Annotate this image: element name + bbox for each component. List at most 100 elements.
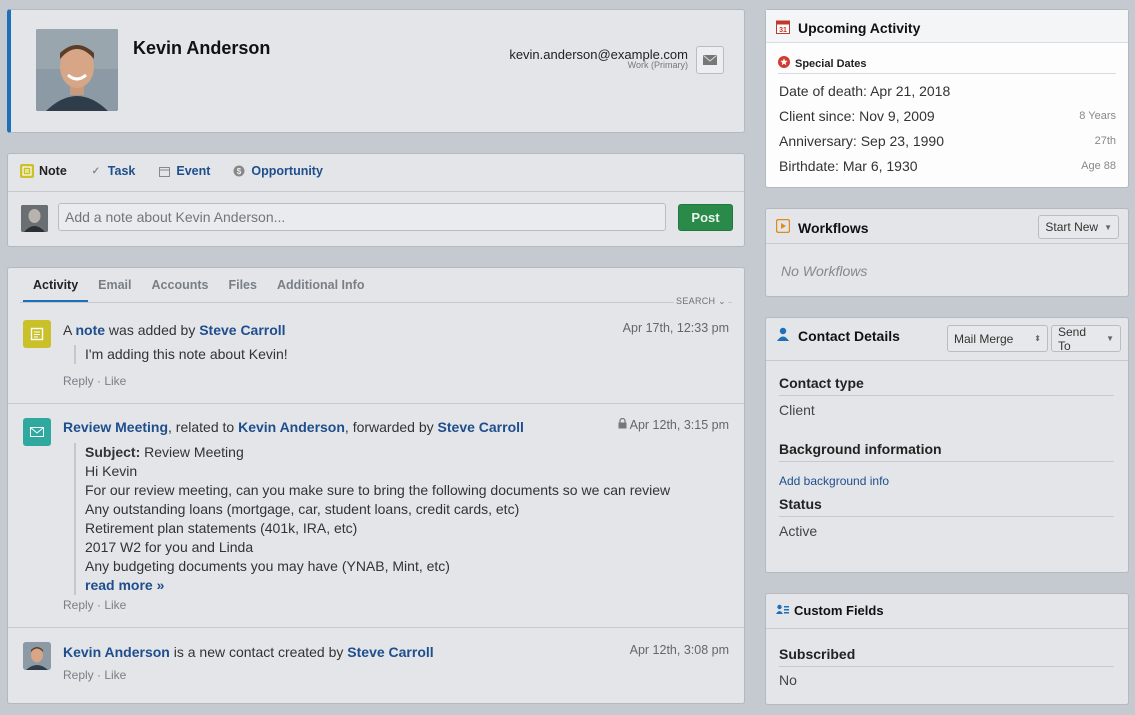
divider (8, 403, 744, 404)
note-link[interactable]: note (75, 322, 105, 338)
entry-headline: Kevin Anderson is a new contact created … (63, 644, 434, 660)
email-body: Subject: Review Meeting Hi Kevin For our… (74, 443, 670, 595)
envelope-icon (23, 418, 51, 446)
special-date-row: Date of death: Apr 21, 2018 (779, 83, 1116, 99)
tab-files[interactable]: Files (218, 268, 267, 302)
headline-text: A (63, 322, 76, 338)
subject-value: Review Meeting (140, 444, 244, 460)
special-date-label: Client since: Nov 9, 2009 (779, 108, 935, 124)
divider (766, 628, 1128, 629)
tab-note-label: Note (39, 164, 67, 178)
no-workflows-text: No Workflows (781, 263, 868, 279)
special-date-label: Birthdate: Mar 6, 1930 (779, 158, 918, 174)
read-more-link[interactable]: read more » (85, 576, 670, 595)
background-info-label: Background information (779, 441, 1114, 462)
divider (20, 302, 732, 303)
author-link[interactable]: Steve Carroll (199, 322, 285, 338)
special-date-label: Date of death: Apr 21, 2018 (779, 83, 951, 99)
special-date-meta: Age 88 (1081, 160, 1116, 172)
caret-down-icon: ▼ (1104, 222, 1112, 232)
tab-activity[interactable]: Activity (23, 268, 89, 302)
custom-fields-title: Custom Fields (794, 603, 884, 618)
email-subject-line: Subject: Review Meeting (85, 443, 670, 462)
entry-timestamp-group: Apr 12th, 3:15 pm (618, 417, 729, 432)
special-dates-heading: Special Dates (778, 56, 867, 71)
note-icon (23, 320, 51, 348)
contact-details-title: Contact Details (798, 327, 900, 344)
panel-header: 31 Upcoming Activity (766, 10, 1128, 43)
divider (766, 360, 1128, 361)
current-user-avatar (21, 205, 48, 232)
tab-note[interactable]: Note (20, 164, 67, 178)
author-link[interactable]: Steve Carroll (438, 419, 524, 435)
note-composer: Note ✓ Task Event $ Opportunity Post (7, 153, 745, 247)
post-button[interactable]: Post (678, 204, 733, 231)
add-background-info-link[interactable]: Add background info (779, 474, 889, 488)
headline-text: , forwarded by (344, 419, 438, 435)
person-icon (776, 327, 790, 344)
special-date-row: Client since: Nov 9, 2009 8 Years (779, 108, 1116, 124)
tab-opportunity[interactable]: $ Opportunity (232, 164, 323, 178)
lock-icon (618, 417, 627, 432)
entry-timestamp: Apr 17th, 12:33 pm (622, 321, 729, 335)
upcoming-activity-panel: 31 Upcoming Activity Special Dates Date … (765, 9, 1129, 188)
reply-like-actions[interactable]: Reply · Like (63, 374, 126, 388)
divider (778, 73, 1116, 74)
contact-details-panel: Contact Details Mail Merge ⬍ Send To ▼ C… (765, 317, 1129, 573)
contact-link[interactable]: Kevin Anderson (238, 419, 345, 435)
panel-title: 31 Upcoming Activity (776, 19, 920, 37)
mail-merge-button[interactable]: Mail Merge ⬍ (947, 325, 1048, 352)
send-to-label: Send To (1058, 324, 1087, 353)
tab-event[interactable]: Event (157, 164, 210, 178)
entry-headline: Review Meeting, related to Kevin Anderso… (63, 419, 524, 435)
author-link[interactable]: Steve Carroll (347, 644, 433, 660)
status-value: Active (779, 523, 818, 539)
envelope-icon (703, 52, 717, 68)
search-toggle[interactable]: SEARCH ⌄ (674, 296, 728, 307)
entry-timestamp: Apr 12th, 3:08 pm (629, 643, 729, 657)
panel-title: Custom Fields (776, 603, 884, 618)
subscribed-label: Subscribed (779, 646, 1114, 667)
mail-merge-label: Mail Merge (954, 331, 1014, 346)
send-email-button[interactable] (696, 46, 724, 74)
special-dates-label: Special Dates (795, 57, 867, 70)
tab-task-label: Task (107, 164, 136, 178)
contact-type-value: Client (779, 402, 815, 418)
note-body: I'm adding this note about Kevin! (74, 345, 288, 364)
special-date-meta: 8 Years (1079, 110, 1116, 122)
custom-fields-icon (776, 603, 789, 618)
panel-title: Workflows (775, 218, 869, 236)
email-type-label: Work (Primary) (627, 60, 688, 70)
entry-headline: A note was added by Steve Carroll (63, 322, 286, 338)
headline-text: is a new contact created by (169, 644, 348, 660)
play-icon (775, 218, 791, 236)
activity-panel: Activity Email Accounts Files Additional… (7, 267, 745, 704)
divider (766, 243, 1128, 244)
activity-entry-email: Review Meeting, related to Kevin Anderso… (23, 417, 729, 628)
tab-accounts[interactable]: Accounts (142, 268, 219, 302)
calendar-icon (157, 164, 171, 178)
contact-type-label: Contact type (779, 375, 1114, 396)
headline-text: , related to (168, 419, 239, 435)
tab-additional-info[interactable]: Additional Info (267, 268, 374, 302)
email-line: 2017 W2 for you and Linda (85, 539, 254, 555)
note-input[interactable] (58, 203, 666, 231)
start-new-workflow-button[interactable]: Start New ▼ (1038, 215, 1119, 239)
send-to-button[interactable]: Send To ▼ (1051, 324, 1121, 353)
special-date-row: Anniversary: Sep 23, 1990 27th (779, 133, 1116, 149)
subject-label: Subject: (85, 444, 141, 460)
reply-like-actions[interactable]: Reply · Like (63, 668, 126, 682)
contact-link[interactable]: Kevin Anderson (63, 644, 170, 660)
email-subject-link[interactable]: Review Meeting (63, 419, 168, 435)
reply-like-actions[interactable]: Reply · Like (63, 598, 126, 612)
caret-down-icon: ▼ (1106, 334, 1114, 343)
tab-opportunity-label: Opportunity (251, 164, 323, 178)
tab-email[interactable]: Email (88, 268, 141, 302)
custom-fields-panel: Custom Fields Subscribed No (765, 593, 1129, 705)
dollar-icon: $ (232, 164, 246, 178)
email-line: Hi Kevin (85, 463, 138, 479)
tab-task[interactable]: ✓ Task (89, 164, 136, 178)
upcoming-title: Upcoming Activity (798, 20, 921, 36)
note-icon (20, 164, 34, 178)
panel-title: Contact Details (776, 327, 900, 344)
